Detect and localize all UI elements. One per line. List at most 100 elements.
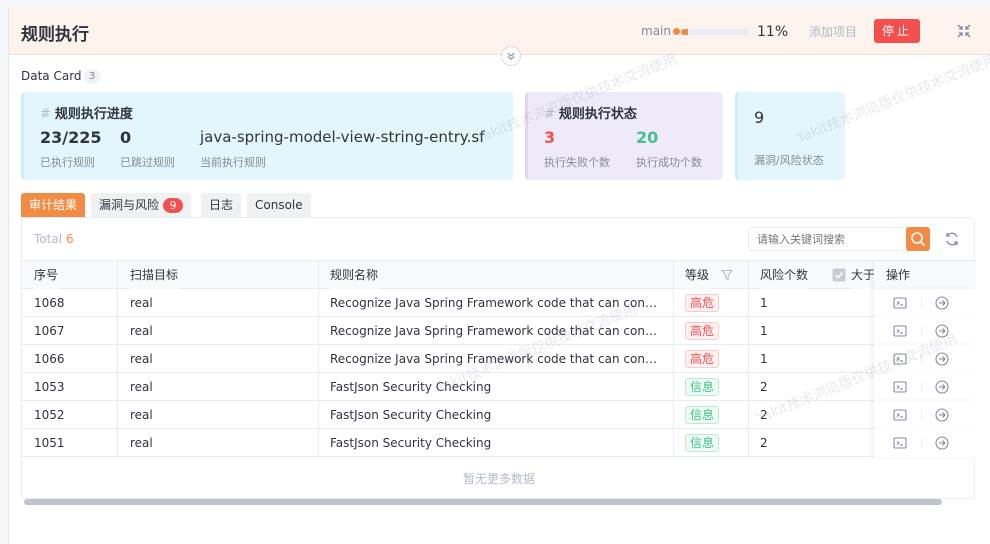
cell-id: 1052	[34, 408, 65, 422]
cell-id: 1066	[34, 352, 65, 366]
terminal-icon[interactable]	[893, 296, 907, 310]
cell-level: 高危	[685, 317, 745, 345]
arrow-right-circle-icon[interactable]	[935, 352, 949, 366]
hash-icon: #	[40, 107, 51, 122]
table-row[interactable]: 1052 real FastJson Security Checking 信息 2	[22, 401, 976, 429]
cell-ops	[874, 429, 976, 457]
col-divider	[117, 260, 118, 457]
total-value: 6	[66, 232, 74, 246]
horizontal-scrollbar[interactable]	[24, 499, 942, 505]
arrow-right-circle-icon[interactable]	[935, 436, 949, 450]
col-rule: 规则名称	[330, 261, 379, 289]
card-title-text: 规则执行状态	[558, 107, 637, 122]
level-badge: 高危	[685, 294, 720, 312]
terminal-icon[interactable]	[893, 352, 907, 366]
branch-label: main	[641, 24, 671, 38]
col-level: 等级	[685, 261, 710, 289]
cell-target: real	[130, 324, 153, 338]
card-title: # 规则执行进度	[40, 103, 133, 122]
terminal-icon[interactable]	[893, 408, 907, 422]
terminal-icon[interactable]	[893, 380, 907, 394]
level-badge: 高危	[685, 350, 720, 368]
cell-risk: 1	[760, 352, 768, 366]
table-row[interactable]: 1066 real Recognize Java Spring Framework …	[22, 345, 976, 373]
vuln-status-card: 9 漏洞/风险状态	[735, 92, 845, 180]
page-title: 规则执行	[21, 25, 89, 45]
fail-count-label: 执行失败个数	[544, 156, 610, 169]
vuln-count-label: 漏洞/风险状态	[754, 154, 824, 167]
audit-results-panel: Total6 序号 扫描目标 规则名称 等级 风险个数	[21, 217, 976, 505]
cell-target: real	[130, 296, 153, 310]
ops-header: 操作	[874, 261, 976, 289]
search-input[interactable]	[748, 227, 908, 251]
arrow-right-circle-icon[interactable]	[935, 408, 949, 422]
tab-audit-results[interactable]: 审计结果	[21, 193, 86, 217]
tab-console[interactable]: Console	[247, 193, 311, 217]
chevron-down-icon[interactable]	[501, 46, 521, 66]
cell-target: real	[130, 408, 153, 422]
col-target: 扫描目标	[130, 261, 179, 289]
tab-vulns-risks[interactable]: 漏洞与风险 9	[91, 193, 192, 217]
col-id: 序号	[34, 261, 59, 289]
cell-level: 信息	[685, 373, 745, 401]
rule-execution-page: 规则执行 main 11% 添加项目 停止 Data Card 3 # 规则执行进…	[8, 8, 990, 544]
table-row[interactable]: 1068 real Recognize Java Spring Framework …	[22, 289, 976, 317]
current-rule-label: 当前执行规则	[200, 156, 266, 169]
shrink-icon[interactable]	[957, 24, 971, 38]
op-divider	[921, 382, 922, 392]
cell-id: 1067	[34, 324, 65, 338]
col-divider	[673, 260, 674, 457]
col-ops: 操作	[886, 261, 911, 289]
tab-log[interactable]: 日志	[201, 193, 242, 217]
total-label: Total	[34, 232, 63, 246]
op-divider	[921, 298, 922, 308]
skipped-value: 0	[120, 128, 132, 147]
card-title: # 规则执行状态	[544, 103, 637, 122]
col-risk-count: 风险个数	[760, 261, 809, 289]
fail-count-value: 3	[544, 128, 556, 147]
cell-level: 信息	[685, 401, 745, 429]
stop-button[interactable]: 停止	[874, 19, 920, 43]
table-row[interactable]: 1051 real FastJson Security Checking 信息 2	[22, 429, 976, 457]
data-card-count: 3	[84, 69, 100, 84]
table-row[interactable]: 1067 real Recognize Java Spring Framework …	[22, 317, 976, 345]
cell-rule: FastJson Security Checking	[330, 380, 492, 394]
op-divider	[921, 354, 922, 364]
terminal-icon[interactable]	[893, 324, 907, 338]
filter-icon[interactable]	[721, 269, 733, 281]
success-count-label: 执行成功个数	[636, 156, 702, 169]
executed-label: 已执行规则	[40, 156, 95, 169]
level-badge: 高危	[685, 322, 720, 340]
cell-id: 1068	[34, 296, 65, 310]
tab-label: 漏洞与风险	[99, 198, 160, 212]
execution-status-card: # 规则执行状态 3 执行失败个数 20 执行成功个数	[525, 92, 723, 180]
cell-risk: 2	[760, 380, 768, 394]
arrow-right-circle-icon[interactable]	[935, 380, 949, 394]
progress-bar-fill	[681, 29, 689, 35]
checkbox-icon[interactable]	[832, 268, 846, 282]
cell-target: real	[130, 436, 153, 450]
cell-rule: Recognize Java Spring Framework code tha…	[330, 324, 660, 338]
cell-risk: 2	[760, 408, 768, 422]
cell-rule: Recognize Java Spring Framework code tha…	[330, 352, 660, 366]
cell-ops	[874, 373, 976, 401]
arrow-right-circle-icon[interactable]	[935, 324, 949, 338]
cell-rule: FastJson Security Checking	[330, 408, 492, 422]
skipped-label: 已跳过规则	[120, 156, 175, 169]
cell-rule: FastJson Security Checking	[330, 436, 492, 450]
add-project-button[interactable]: 添加项目	[809, 23, 857, 40]
level-badge: 信息	[685, 434, 720, 452]
refresh-icon[interactable]	[944, 231, 960, 247]
col-greater-than: 大于	[851, 261, 876, 289]
arrow-right-circle-icon[interactable]	[935, 296, 949, 310]
cell-rule: Recognize Java Spring Framework code tha…	[330, 296, 660, 310]
cell-ops	[874, 317, 976, 345]
terminal-icon[interactable]	[893, 436, 907, 450]
cell-id: 1053	[34, 380, 65, 394]
cell-risk: 2	[760, 436, 768, 450]
col-divider	[748, 260, 749, 457]
search-icon[interactable]	[906, 227, 930, 251]
table-row[interactable]: 1053 real FastJson Security Checking 信息 2	[22, 373, 976, 401]
page-header: 规则执行 main 11% 添加项目 停止	[9, 8, 990, 55]
cell-level: 信息	[685, 429, 745, 457]
